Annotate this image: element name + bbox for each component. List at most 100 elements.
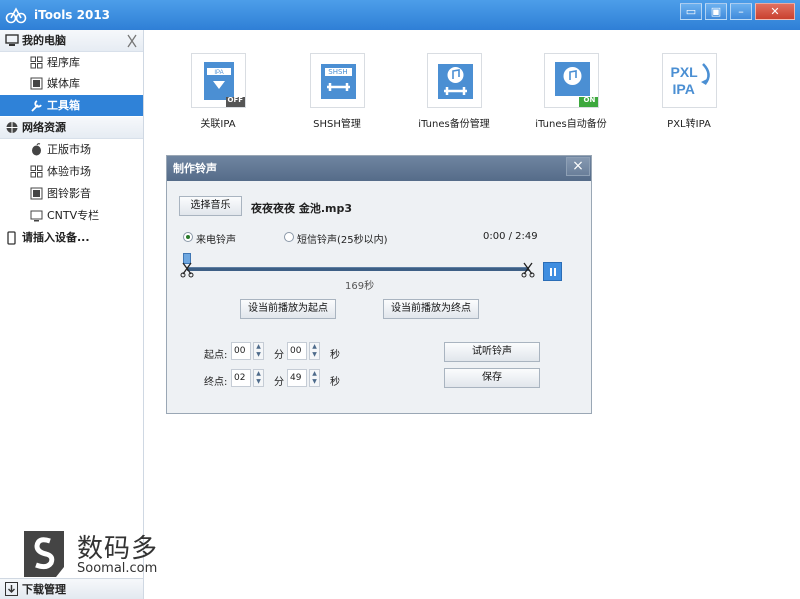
sidebar: 我的电脑 程序库 媒体库 工具箱 网络资源 正版市场 体验市场 图铃影音 CNT… [0, 30, 144, 599]
grid-icon [30, 165, 43, 178]
start-scissors-icon[interactable] [180, 262, 194, 278]
watermark-cn: 数码多 [77, 534, 159, 564]
set-start-button[interactable]: 设当前播放为起点 [240, 299, 336, 319]
radio-sms-ringtone[interactable] [284, 232, 294, 242]
sidebar-item-label: 体验市场 [47, 165, 91, 178]
sidebar-item-label: 程序库 [47, 56, 80, 69]
tv-icon [30, 210, 43, 222]
watermark-en: Soomal.com [77, 561, 158, 576]
itunes-auto-backup-icon: ON [543, 53, 599, 108]
start-second-input[interactable]: 00 [287, 342, 307, 360]
wrench-icon [31, 100, 42, 112]
sidebar-item-ringtone-media[interactable]: 图铃影音 [0, 183, 143, 204]
second-unit: 秒 [330, 377, 340, 388]
sidebar-device-placeholder[interactable]: 请插入设备... [0, 227, 143, 249]
tool-badge: ON [583, 96, 596, 104]
sidebar-item-label: 正版市场 [47, 143, 91, 156]
close-icon: ✕ [770, 5, 780, 18]
device-label: 请插入设备... [22, 231, 90, 244]
timeline-track[interactable] [187, 267, 529, 271]
start-second-stepper[interactable]: ▲ ▼ [309, 342, 320, 360]
menu-icon: ▣ [710, 5, 722, 18]
sidebar-section-network[interactable]: 网络资源 [0, 117, 143, 139]
sidebar-item-toolbox[interactable]: 工具箱 [0, 95, 143, 116]
sidebar-item-cntv[interactable]: CNTV专栏 [0, 205, 143, 226]
end-second-input[interactable]: 49 [287, 369, 307, 387]
end-label: 终点: [204, 377, 228, 388]
soomal-logo-icon [24, 531, 64, 577]
sidebar-item-official-store[interactable]: 正版市场 [0, 139, 143, 160]
file-name: 夜夜夜夜 金池.mp3 [251, 202, 352, 215]
tool-label: PXL转IPA [667, 119, 711, 130]
close-window-button[interactable]: ✕ [755, 3, 795, 20]
sidebar-item-media[interactable]: 媒体库 [0, 73, 143, 94]
radio-call-label: 来电铃声 [196, 235, 236, 246]
pause-button[interactable] [543, 262, 562, 281]
scissors-icon[interactable] [125, 34, 139, 48]
tool-label: iTunes自动备份 [535, 119, 607, 130]
tool-itunes-auto-backup[interactable]: ON iTunes自动备份 [516, 53, 626, 130]
set-end-button[interactable]: 设当前播放为终点 [383, 299, 479, 319]
tool-icon-text: IPA [672, 81, 695, 97]
start-minute-input[interactable]: 00 [231, 342, 251, 360]
minute-unit: 分 [274, 377, 284, 388]
globe-icon [6, 122, 18, 133]
tool-label: 关联IPA [200, 119, 236, 130]
radio-sms-label: 短信铃声(25秒以内) [297, 235, 388, 246]
feedback-button[interactable]: ▭ [680, 3, 702, 20]
sidebar-item-apps[interactable]: 程序库 [0, 52, 143, 73]
itunes-backup-icon [426, 53, 482, 108]
tool-pxl-to-ipa[interactable]: PXL IPA PXL转IPA [634, 53, 744, 130]
start-label: 起点: [204, 350, 228, 361]
sidebar-section-my-computer[interactable]: 我的电脑 [0, 30, 143, 52]
dialog-title: 制作铃声 [167, 156, 591, 181]
picture-icon [30, 187, 43, 200]
radio-call-ringtone[interactable] [183, 232, 193, 242]
pxl-icon: PXL IPA [661, 53, 717, 108]
choose-music-button[interactable]: 选择音乐 [179, 196, 242, 216]
second-unit: 秒 [330, 350, 340, 361]
duration-label: 169秒 [345, 281, 375, 292]
tool-associate-ipa[interactable]: IPA OFF 关联IPA [163, 53, 273, 130]
tool-label: iTunes备份管理 [418, 119, 490, 130]
sidebar-section-label: 我的电脑 [22, 34, 66, 47]
download-icon [5, 582, 18, 596]
app-title: iTools 2013 [34, 8, 111, 22]
sidebar-item-label: 工具箱 [47, 99, 80, 112]
time-display: 0:00 / 2:49 [483, 231, 538, 242]
tool-label: SHSH管理 [313, 119, 361, 130]
menu-button[interactable]: ▣ [705, 3, 727, 20]
feedback-icon: ▭ [685, 5, 697, 18]
sidebar-downloads[interactable]: 下载管理 [0, 578, 143, 599]
minimize-button[interactable]: – [730, 3, 752, 20]
pause-icon [550, 268, 556, 276]
minute-unit: 分 [274, 350, 284, 361]
tool-badge: OFF [227, 96, 244, 104]
phone-icon [7, 231, 16, 245]
end-scissors-icon[interactable] [521, 262, 535, 278]
dialog-close-button[interactable]: × [566, 157, 590, 176]
tool-shsh-manager[interactable]: SHSH SHSH管理 [282, 53, 392, 130]
ringtone-dialog: 制作铃声 × 选择音乐 夜夜夜夜 金池.mp3 来电铃声 短信铃声(25秒以内)… [166, 155, 592, 414]
tool-icon-text: SHSH [328, 68, 348, 76]
sidebar-item-label: 图铃影音 [47, 187, 91, 200]
tool-icon-text: PXL [670, 64, 698, 80]
sidebar-item-label: CNTV专栏 [47, 209, 100, 222]
grid-icon [30, 56, 43, 69]
end-minute-stepper[interactable]: ▲ ▼ [253, 369, 264, 387]
computer-icon [5, 34, 19, 46]
save-button[interactable]: 保存 [444, 368, 540, 388]
ipa-icon: IPA OFF [190, 53, 246, 108]
sidebar-item-trial-store[interactable]: 体验市场 [0, 161, 143, 182]
film-icon [30, 77, 43, 90]
apple-icon [32, 143, 41, 156]
svg-text:IPA: IPA [214, 70, 223, 76]
preview-ringtone-button[interactable]: 试听铃声 [444, 342, 540, 362]
end-minute-input[interactable]: 02 [231, 369, 251, 387]
tool-itunes-backup-manager[interactable]: iTunes备份管理 [399, 53, 509, 130]
end-second-stepper[interactable]: ▲ ▼ [309, 369, 320, 387]
start-minute-stepper[interactable]: ▲ ▼ [253, 342, 264, 360]
downloads-label: 下载管理 [22, 583, 66, 596]
sidebar-item-label: 媒体库 [47, 77, 80, 90]
minimize-icon: – [738, 5, 744, 18]
